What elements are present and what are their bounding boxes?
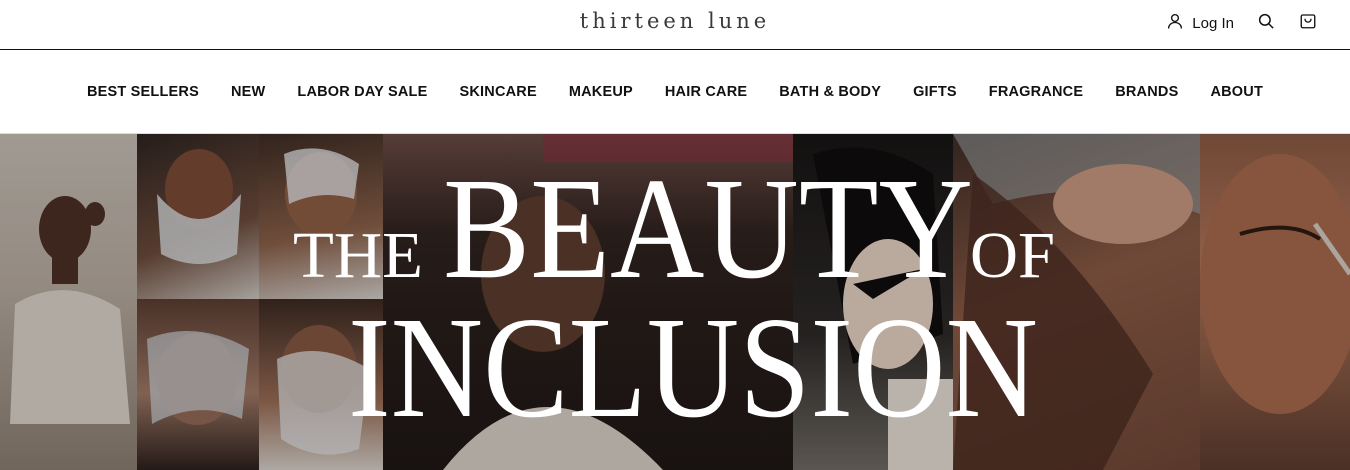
hero-banner[interactable]: THE BEAUTY OF INCLUSION: [0, 134, 1350, 470]
user-icon: [1166, 12, 1184, 35]
search-icon: [1257, 12, 1275, 35]
nav-item-fragrance[interactable]: FRAGRANCE: [989, 84, 1083, 100]
brand-logo[interactable]: thirteen lune: [0, 9, 1350, 33]
search-button[interactable]: [1256, 12, 1276, 35]
nav-item-hair-care[interactable]: HAIR CARE: [665, 84, 747, 100]
nav-item-brands[interactable]: BRANDS: [1115, 84, 1178, 100]
login-link[interactable]: Log In: [1166, 12, 1234, 35]
cart-icon: [1299, 12, 1317, 35]
top-bar: thirteen lune Log In: [0, 0, 1350, 50]
nav-item-about[interactable]: ABOUT: [1210, 84, 1263, 100]
nav-item-labor-day-sale[interactable]: LABOR DAY SALE: [297, 84, 427, 100]
nav-item-bath-body[interactable]: BATH & BODY: [779, 84, 881, 100]
nav-item-skincare[interactable]: SKINCARE: [460, 84, 537, 100]
main-navigation: BEST SELLERS NEW LABOR DAY SALE SKINCARE MAK…: [0, 51, 1350, 134]
cart-button[interactable]: [1298, 14, 1318, 34]
nav-item-gifts[interactable]: GIFTS: [913, 84, 957, 100]
nav-item-best-sellers[interactable]: BEST SELLERS: [87, 84, 199, 100]
nav-item-new[interactable]: NEW: [231, 84, 265, 100]
header-utilities: Log In: [1166, 12, 1318, 35]
login-label: Log In: [1192, 15, 1234, 32]
nav-list: BEST SELLERS NEW LABOR DAY SALE SKINCARE MAK…: [87, 84, 1263, 100]
hero-overlay: [0, 134, 1350, 470]
nav-item-makeup[interactable]: MAKEUP: [569, 84, 633, 100]
